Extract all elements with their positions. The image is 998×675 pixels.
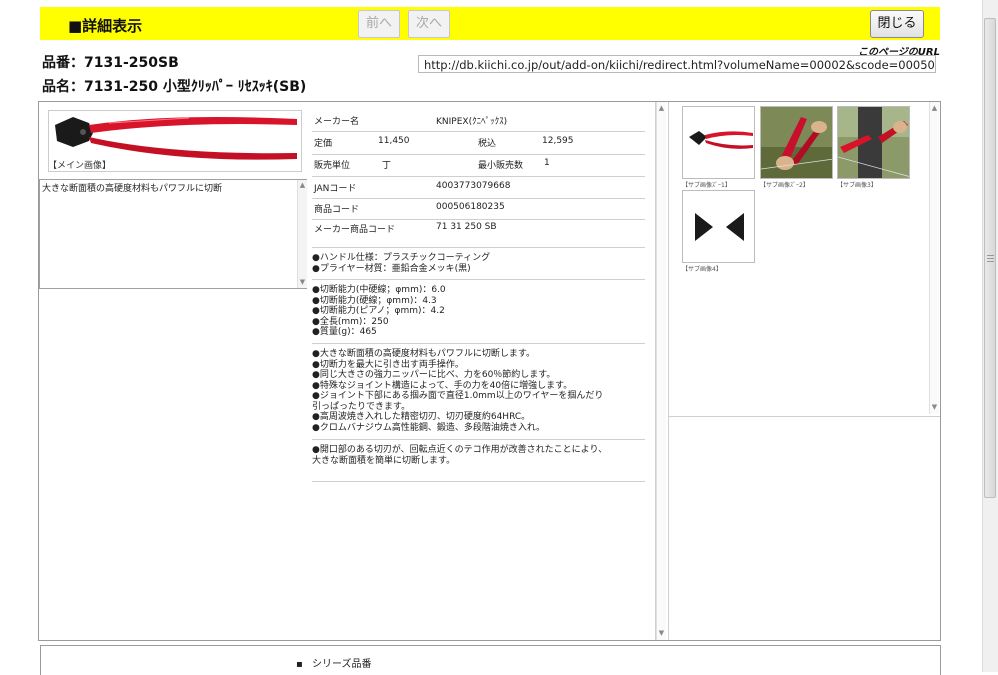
sub-image-caption: 【サブ画像4】 bbox=[682, 266, 722, 273]
spec-row-unit: 販売単位 丁 最小販売数 1 bbox=[312, 158, 645, 177]
sub-image-caption: 【サブ画像ｽﾞｰ1】 bbox=[682, 182, 731, 189]
column-divider bbox=[668, 102, 669, 640]
scroll-up-icon[interactable]: ▲ bbox=[298, 181, 307, 190]
photo-fence-icon bbox=[838, 107, 909, 178]
scroll-down-icon[interactable]: ▼ bbox=[298, 278, 307, 287]
photo-usage-icon bbox=[761, 107, 832, 178]
sub-image-4[interactable] bbox=[682, 190, 755, 263]
series-label: ▪ シリーズ品番 bbox=[296, 655, 371, 670]
spec-value: 12,595 bbox=[542, 136, 574, 146]
sub-image-2[interactable] bbox=[760, 106, 833, 179]
feature-block-notes: ●開口部のある切刃が、回転点近くのテコ作用が改善されたことにより、 大きな断面積… bbox=[312, 445, 645, 482]
spec-label: 定価 bbox=[314, 139, 333, 149]
header-bar bbox=[40, 7, 940, 40]
description-scrollbar[interactable]: ▲ ▼ bbox=[297, 180, 307, 288]
feature-line: ●開口部のある切刃が、回転点近くのテコ作用が改善されたことにより、 bbox=[312, 445, 608, 455]
feature-line: ●切断能力(中硬線；φmm)：6.0 bbox=[312, 285, 446, 295]
spec-row-price: 定価 11,450 税込 12,595 bbox=[312, 136, 645, 155]
spec-value: 11,450 bbox=[378, 136, 410, 146]
sub-image-caption: 【サブ画像3】 bbox=[837, 182, 877, 189]
page-scrollbar-thumb[interactable] bbox=[984, 18, 996, 498]
close-button[interactable]: 閉じる bbox=[870, 10, 924, 38]
spec-value: 1 bbox=[544, 158, 550, 168]
description-text: 大きな断面積の高硬度材料もパワフルに切断 bbox=[42, 184, 223, 194]
feature-block-description: ●大きな断面積の高硬度材料もパワフルに切断します。 ●切断力を最大に引き出す両手… bbox=[312, 349, 645, 440]
spec-row-jan: JANコード 4003773079668 bbox=[312, 181, 645, 199]
scroll-up-icon[interactable]: ▲ bbox=[930, 104, 939, 113]
feature-block-capacity: ●切断能力(中硬線；φmm)：6.0 ●切断能力(硬線；φmm)：4.3 ●切断… bbox=[312, 285, 645, 344]
spec-value: KNIPEX(ｸﾆﾍﾟｯｸｽ) bbox=[436, 117, 508, 127]
feature-block-material: ●ハンドル仕様：プラスチックコーティング ●プライヤー材質：亜鉛合金メッキ(黒) bbox=[312, 253, 645, 280]
spec-label: メーカー名 bbox=[314, 117, 360, 127]
bullet-icon: ▪ bbox=[296, 659, 303, 670]
scroll-down-icon[interactable]: ▼ bbox=[657, 629, 666, 638]
scroll-down-icon[interactable]: ▼ bbox=[930, 403, 939, 412]
product-name: 品名：7131-250 小型ｸﾘｯﾊﾟｰ ﾘｾｽｯｷ(SB) bbox=[42, 79, 307, 95]
next-button[interactable]: 次へ bbox=[408, 10, 450, 38]
thumbs-scrollbar[interactable]: ▲ ▼ bbox=[929, 102, 939, 414]
spec-label: メーカー商品コード bbox=[314, 225, 396, 235]
description-textarea[interactable]: 大きな断面積の高硬度材料もパワフルに切断 bbox=[39, 179, 307, 289]
spec-value: 丁 bbox=[382, 161, 392, 171]
feature-line: ●切断能力(硬線；φmm)：4.3 bbox=[312, 295, 437, 306]
page-url-field[interactable]: http://db.kiichi.co.jp/out/add-on/kiichi… bbox=[418, 55, 936, 73]
feature-line: ●切断能力(ピアノ；φmm)：4.2 bbox=[312, 306, 445, 316]
feature-line: ●高周波焼き入れした精密切刃、切刃硬度約64HRC。 bbox=[312, 412, 531, 422]
page-title: ■詳細表示 bbox=[68, 17, 143, 35]
feature-line: ●特殊なジョイント構造によって、手の力を40倍に増強します。 bbox=[312, 380, 573, 391]
sub-image-caption: 【サブ画像ｽﾞｰ2】 bbox=[760, 182, 809, 189]
thumbs-divider bbox=[669, 416, 940, 417]
feature-line: ●全長(mm)：250 bbox=[312, 316, 389, 327]
spec-label: 販売単位 bbox=[314, 161, 351, 171]
series-panel bbox=[40, 645, 941, 675]
spec-row-maker: メーカー名 KNIPEX(ｸﾆﾍﾟｯｸｽ) bbox=[312, 114, 645, 132]
spec-scrollbar[interactable]: ▲ ▼ bbox=[656, 102, 666, 640]
spec-label: 商品コード bbox=[314, 205, 360, 215]
sub-image-3[interactable] bbox=[837, 106, 910, 179]
spec-value: 000506180235 bbox=[436, 202, 505, 212]
spec-row-maker-code: メーカー商品コード 71 31 250 SB bbox=[312, 222, 645, 248]
feature-line: ●プライヤー材質：亜鉛合金メッキ(黒) bbox=[312, 263, 471, 274]
feature-line: ●大きな断面積の高硬度材料もパワフルに切断します。 bbox=[312, 349, 535, 359]
spec-value: 71 31 250 SB bbox=[436, 222, 497, 232]
clipper-thumb-icon bbox=[689, 131, 753, 149]
spec-label: 最小販売数 bbox=[478, 161, 524, 171]
series-label-text: シリーズ品番 bbox=[311, 659, 372, 670]
prev-button[interactable]: 前へ bbox=[358, 10, 400, 38]
product-code: 品番：7131-250SB bbox=[42, 55, 179, 71]
feature-line: 大きな断面積を簡単に切断します。 bbox=[312, 455, 456, 466]
feature-line: ●ハンドル仕様：プラスチックコーティング bbox=[312, 253, 491, 263]
feature-line: ●質量(g)：465 bbox=[312, 327, 377, 337]
feature-line: 引っぱったりできます。 bbox=[312, 401, 411, 412]
feature-line: ●同じ大きさの強力ニッパーに比べ、力を60％節約します。 bbox=[312, 370, 556, 380]
bowtie-symbol-icon bbox=[695, 213, 744, 241]
feature-line: ●切断力を最大に引き出す両手操作。 bbox=[312, 359, 464, 370]
feature-line: ●クロムバナジウム高性能鋼、鍛造、多段階油焼き入れ。 bbox=[312, 422, 545, 433]
spec-label: 税込 bbox=[478, 139, 497, 149]
feature-line: ●ジョイント下部にある掴み面で直径1.0mm以上のワイヤーを掴んだり bbox=[312, 391, 604, 401]
sub-image-1[interactable] bbox=[682, 106, 755, 179]
main-image-caption: 【メイン画像】 bbox=[48, 161, 112, 171]
scroll-up-icon[interactable]: ▲ bbox=[657, 104, 666, 113]
spec-value: 4003773079668 bbox=[436, 181, 511, 191]
spec-label: JANコード bbox=[314, 184, 357, 194]
spec-row-item-code: 商品コード 000506180235 bbox=[312, 202, 645, 220]
